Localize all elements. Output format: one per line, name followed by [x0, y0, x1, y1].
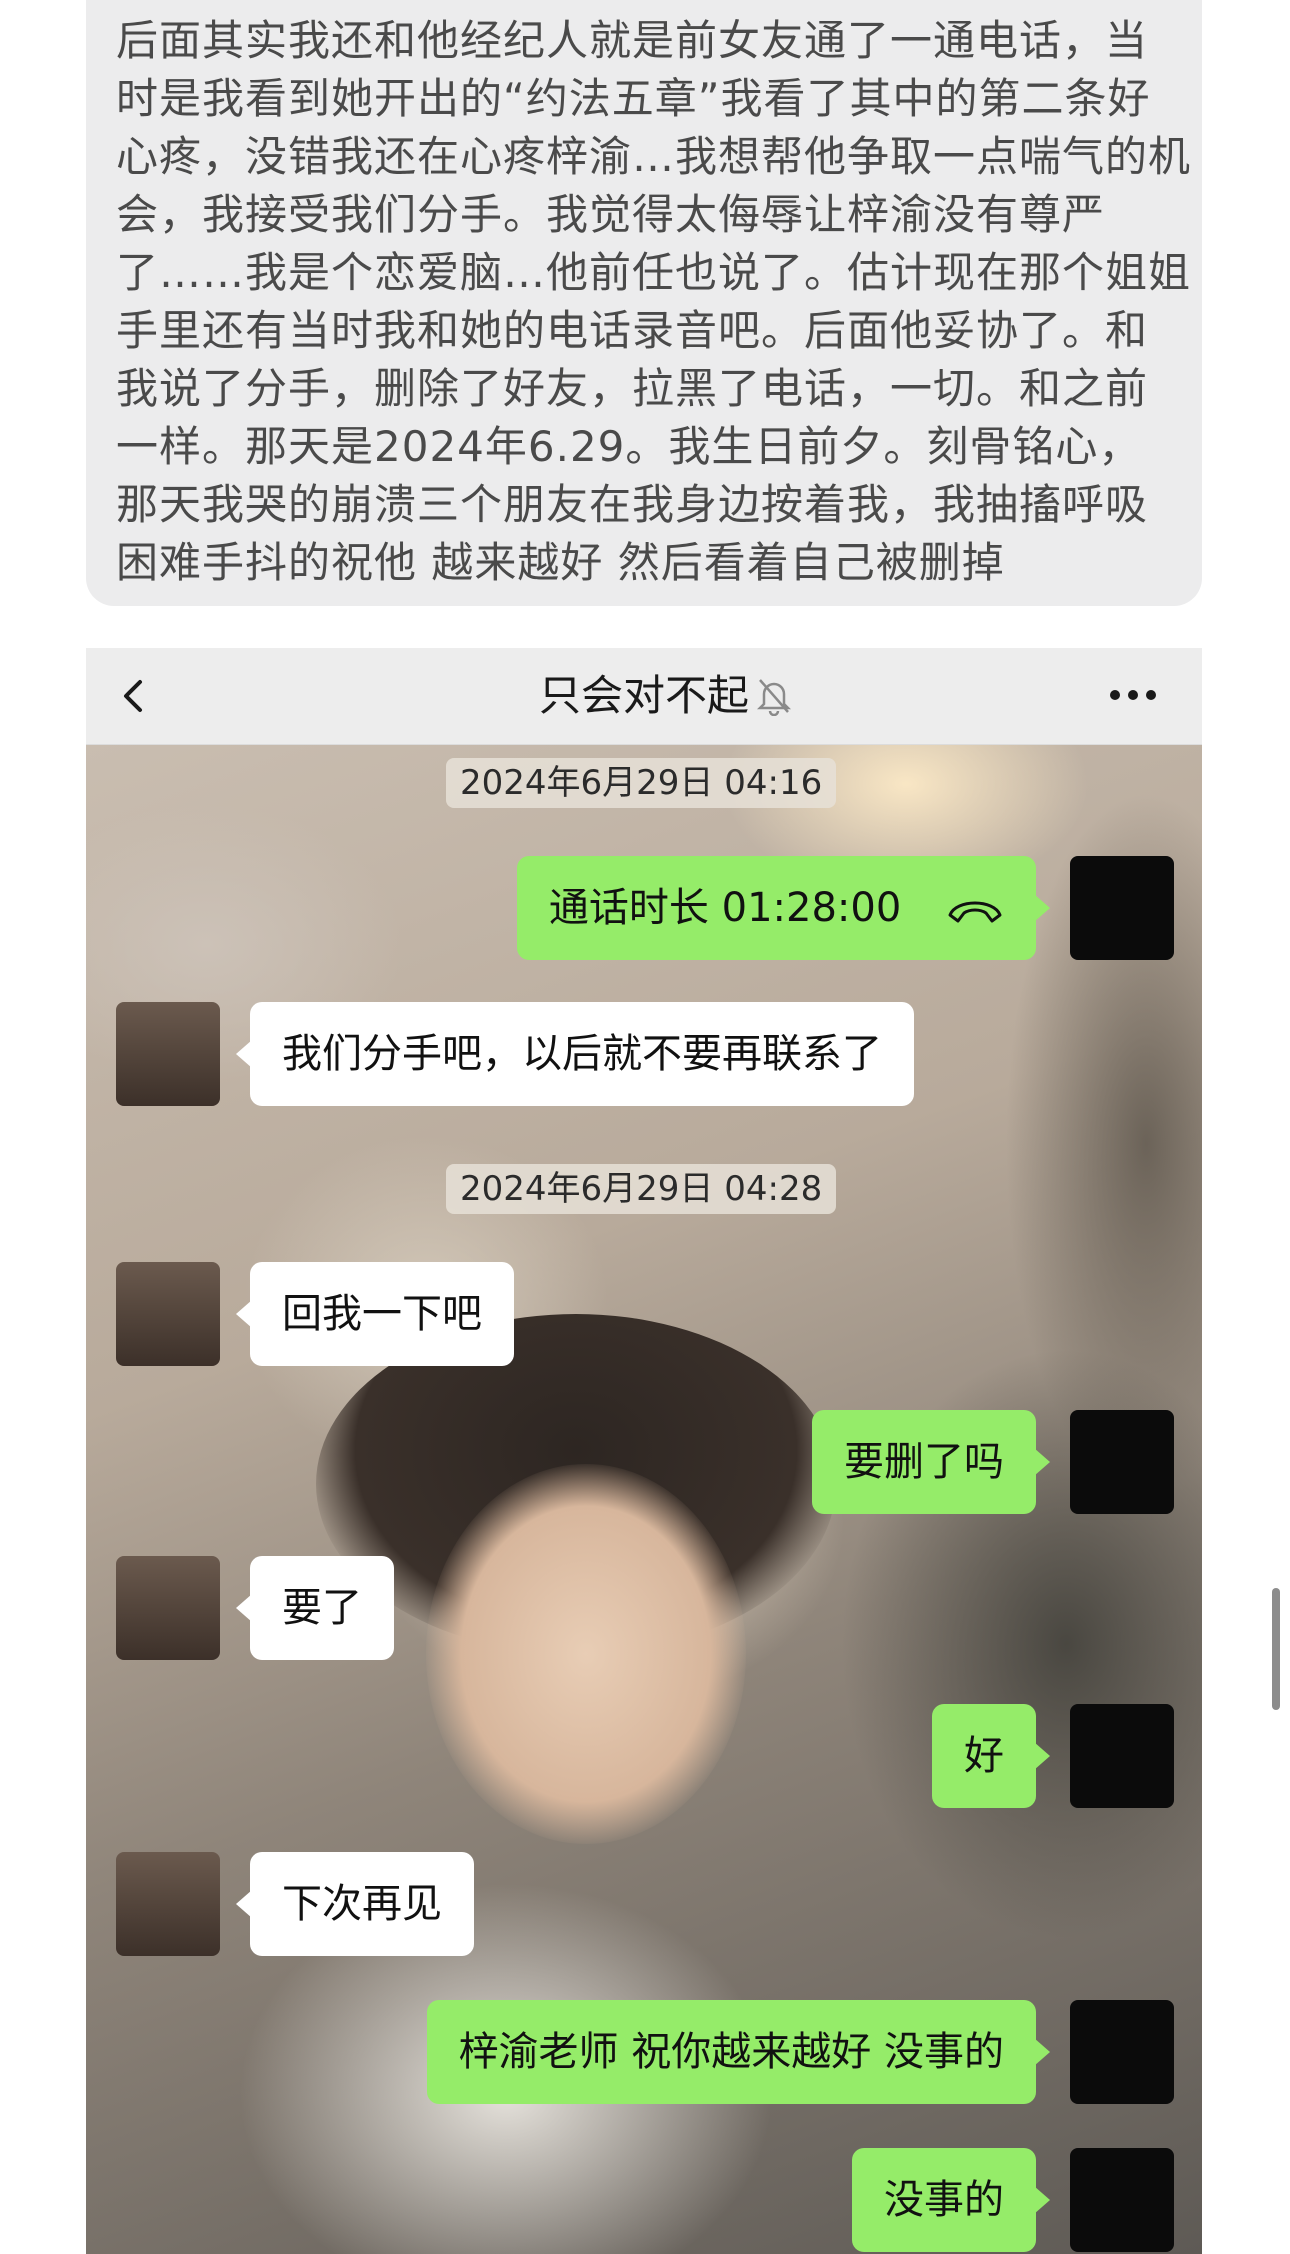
chat-screenshot: 只会对不起 2024年6月29日 04:16 通话时长 01:28:00 我们分… — [86, 648, 1202, 2254]
avatar[interactable] — [1070, 856, 1174, 960]
message-bubble[interactable]: 梓渝老师 祝你越来越好 没事的 — [426, 2000, 1051, 2104]
scrollbar-thumb[interactable] — [1272, 1588, 1280, 1710]
chat-title: 只会对不起 — [538, 671, 749, 720]
note-line: 一样。那天是2024年6.29。我生日前夕。刻骨铭心， — [116, 422, 1142, 471]
message-bubble[interactable]: 要删了吗 — [812, 1410, 1050, 1514]
more-dots-icon[interactable] — [1108, 688, 1158, 702]
avatar[interactable] — [116, 1852, 220, 1956]
note-line: 那天我哭的崩溃三个朋友在我身边按着我，我抽搐呼吸 — [116, 480, 1149, 529]
note-line: 困难手抖的祝他 越来越好 然后看着自己被删掉 — [116, 538, 1005, 587]
note-line: 了……我是个恋爱脑…他前任也说了。估计现在那个姐姐 — [116, 248, 1192, 297]
message-bubble[interactable]: 回我一下吧 — [236, 1262, 514, 1366]
note-line: 心疼，没错我还在心疼梓渝…我想帮他争取一点喘气的机 — [116, 132, 1192, 181]
message-bubble[interactable]: 好 — [932, 1704, 1050, 1808]
note-line: 时是我看到她开出的“约法五章”我看了其中的第二条好 — [116, 74, 1151, 123]
message-bubble[interactable]: 没事的 — [852, 2148, 1050, 2252]
avatar[interactable] — [116, 1002, 220, 1106]
call-duration-text: 通话时长 01:28:00 — [548, 885, 902, 931]
chat-navbar: 只会对不起 — [86, 648, 1202, 745]
avatar[interactable] — [1070, 1410, 1174, 1514]
avatar[interactable] — [116, 1262, 220, 1366]
photo-face — [426, 1464, 746, 1844]
message-bubble[interactable]: 我们分手吧，以后就不要再联系了 — [236, 1002, 914, 1106]
note-line: 后面其实我还和他经纪人就是前女友通了一通电话，当 — [116, 16, 1149, 65]
note-line: 我说了分手，删除了好友，拉黑了电话，一切。和之前 — [116, 364, 1149, 413]
avatar[interactable] — [1070, 2148, 1174, 2252]
phone-hangup-icon — [948, 901, 1002, 923]
avatar[interactable] — [1070, 1704, 1174, 1808]
note-line: 会，我接受我们分手。我觉得太侮辱让梓渝没有尊严 — [116, 190, 1106, 239]
avatar[interactable] — [116, 1556, 220, 1660]
message-bubble[interactable]: 下次再见 — [236, 1852, 474, 1956]
message-bubble[interactable]: 要了 — [236, 1556, 394, 1660]
text-note: 后面其实我还和他经纪人就是前女友通了一通电话，当 时是我看到她开出的“约法五章”… — [86, 0, 1202, 606]
message-timestamp: 2024年6月29日 04:16 — [446, 758, 837, 808]
note-line: 手里还有当时我和她的电话录音吧。后面他妥协了。和 — [116, 306, 1149, 355]
call-duration-bubble[interactable]: 通话时长 01:28:00 — [516, 856, 1051, 960]
bell-off-icon — [756, 679, 792, 716]
message-timestamp: 2024年6月29日 04:28 — [446, 1164, 837, 1214]
avatar[interactable] — [1070, 2000, 1174, 2104]
